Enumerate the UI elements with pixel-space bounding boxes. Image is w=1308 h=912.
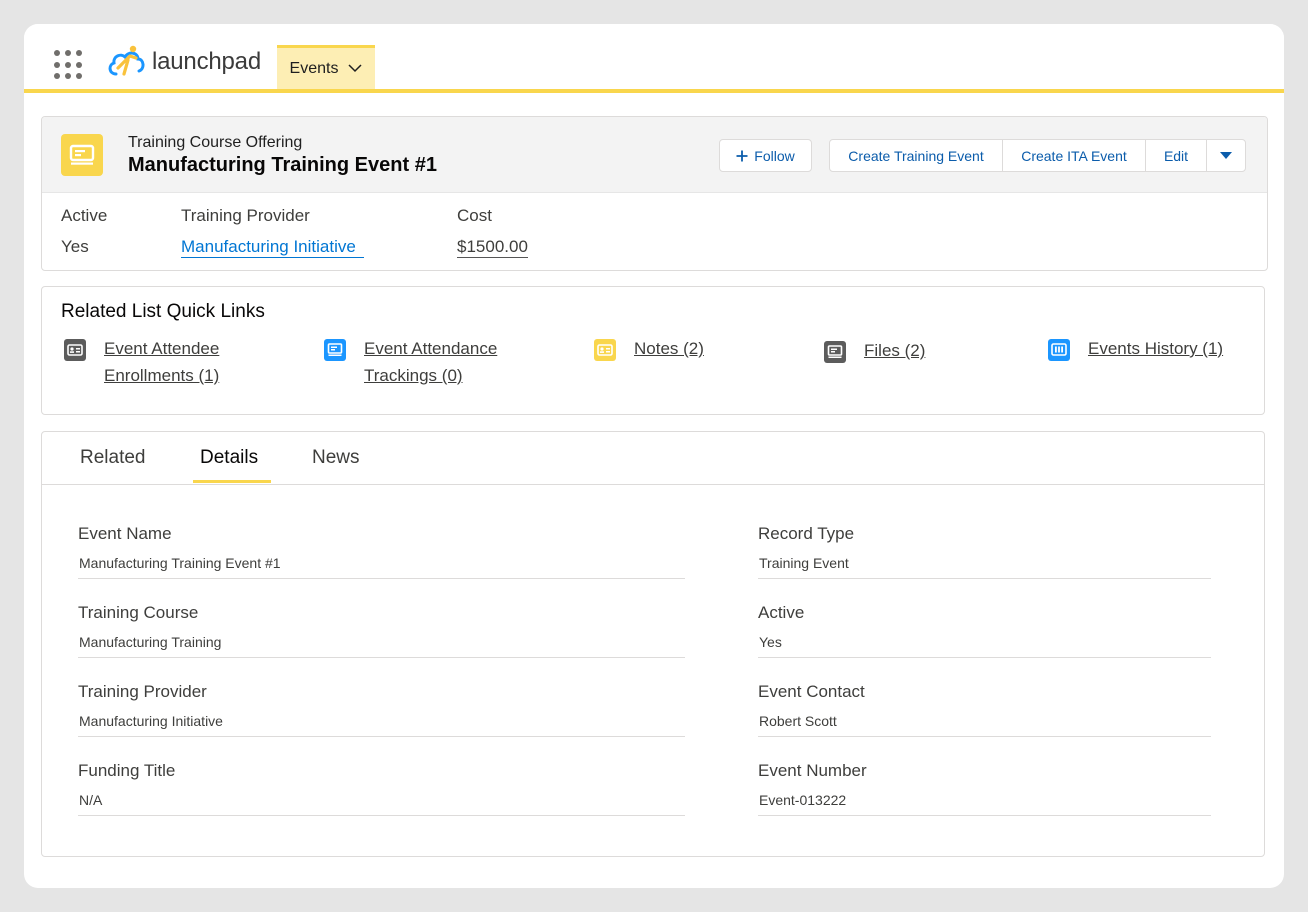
highlight-active: Active Yes [61, 206, 107, 261]
quick-link-event-attendee-enrollments[interactable]: Event Attendee Enrollments (1) [64, 339, 219, 389]
edit-button[interactable]: Edit [1146, 140, 1207, 171]
field-label: Funding Title [78, 761, 176, 780]
field-value: Robert Scott [758, 713, 1211, 737]
training-course-offering-icon [61, 134, 103, 176]
field-value: Training Event [758, 555, 1211, 579]
highlight-training-provider: Training Provider Manufacturing Initiati… [181, 206, 364, 262]
training-provider-link[interactable]: Manufacturing Initiative [181, 237, 364, 258]
nav-tab-label: Events [289, 59, 339, 77]
quick-link-label: Event Attendee Enrollments (1) [104, 339, 220, 385]
quick-link-event-attendance-trackings[interactable]: Event Attendance Trackings (0) [324, 339, 497, 389]
cloud-person-logo-icon [108, 45, 145, 76]
note-icon [594, 339, 616, 361]
cost-value: $1500.00 [457, 237, 528, 258]
field-active: Active Yes [758, 603, 1211, 658]
related-list-quick-links: Related List Quick Links Event Attendee … [41, 286, 1265, 415]
field-label: Event Name [78, 524, 172, 543]
create-training-event-button[interactable]: Create Training Event [830, 140, 1003, 171]
history-icon [1048, 339, 1070, 361]
field-event-contact: Event Contact Robert Scott [758, 682, 1211, 737]
create-training-event-label: Create Training Event [848, 147, 984, 164]
field-label: Training Provider [78, 682, 207, 701]
highlight-label: Cost [457, 206, 492, 225]
record-highlights: Active Yes Training Provider Manufacturi… [42, 193, 1267, 270]
tab-details[interactable]: Details [200, 447, 258, 469]
field-label: Event Number [758, 761, 867, 780]
quick-link-label: Notes (2) [634, 339, 704, 358]
tab-news[interactable]: News [312, 447, 360, 469]
plus-icon [736, 150, 748, 161]
highlight-label: Active [61, 206, 108, 225]
quick-links-title: Related List Quick Links [61, 301, 265, 322]
quick-link-notes[interactable]: Notes (2) [594, 339, 704, 362]
field-label: Active [758, 603, 805, 622]
highlight-value: Yes [61, 237, 89, 256]
field-value: Manufacturing Training [78, 634, 685, 658]
more-actions-button[interactable] [1207, 140, 1245, 171]
app-window: launchpad Events Training Course Offerin… [24, 24, 1284, 888]
quick-link-label: Event Attendance Trackings (0) [364, 339, 498, 385]
field-label: Event Contact [758, 682, 865, 701]
field-training-course: Training Course Manufacturing Training [78, 603, 685, 658]
record-title-bar: Training Course Offering Manufacturing T… [42, 117, 1267, 193]
field-value: Yes [758, 634, 1211, 658]
tab-related[interactable]: Related [80, 447, 146, 469]
record-detail-panel: Related Details News Event Name Manufact… [41, 431, 1265, 857]
field-event-name: Event Name Manufacturing Training Event … [78, 524, 685, 579]
field-label: Training Course [78, 603, 199, 622]
quick-link-label: Files (2) [864, 341, 926, 360]
create-ita-event-button[interactable]: Create ITA Event [1003, 140, 1146, 171]
field-value: N/A [78, 792, 685, 816]
create-ita-event-label: Create ITA Event [1021, 147, 1127, 164]
field-value: Manufacturing Training Event #1 [78, 555, 685, 579]
quick-link-files[interactable]: Files (2) [824, 341, 925, 364]
record-header: Training Course Offering Manufacturing T… [41, 116, 1268, 271]
contact-card-icon [64, 339, 86, 361]
record-icon [324, 339, 346, 361]
chevron-down-icon[interactable] [348, 64, 362, 73]
highlight-cost: Cost $1500.00 [457, 206, 528, 262]
launchpad-logo[interactable]: launchpad [106, 42, 261, 82]
active-tab-indicator [193, 480, 271, 483]
field-funding-title: Funding Title N/A [78, 761, 685, 816]
field-event-number: Event Number Event-013222 [758, 761, 1211, 816]
logo-text: launchpad [152, 48, 261, 75]
nav-tab-events[interactable]: Events [277, 45, 375, 89]
app-header: launchpad Events [24, 24, 1284, 93]
follow-button[interactable]: Follow [719, 139, 812, 172]
field-value: Event-013222 [758, 792, 1211, 816]
caret-down-icon [1220, 152, 1232, 159]
file-icon [824, 341, 846, 363]
field-training-provider: Training Provider Manufacturing Initiati… [78, 682, 685, 737]
record-title: Manufacturing Training Event #1 [128, 154, 437, 176]
field-record-type: Record Type Training Event [758, 524, 1211, 579]
record-tabs: Related Details News [42, 432, 1264, 485]
field-label: Record Type [758, 524, 855, 543]
app-launcher-icon[interactable] [54, 50, 84, 80]
follow-button-label: Follow [754, 147, 795, 164]
quick-link-events-history[interactable]: Events History (1) [1048, 339, 1223, 362]
record-actions-group: Create Training Event Create ITA Event E… [829, 139, 1246, 172]
edit-label: Edit [1163, 147, 1189, 164]
field-value: Manufacturing Initiative [78, 713, 685, 737]
record-object-type: Training Course Offering [128, 134, 303, 151]
quick-link-label: Events History (1) [1088, 339, 1224, 358]
highlight-label: Training Provider [181, 206, 310, 225]
